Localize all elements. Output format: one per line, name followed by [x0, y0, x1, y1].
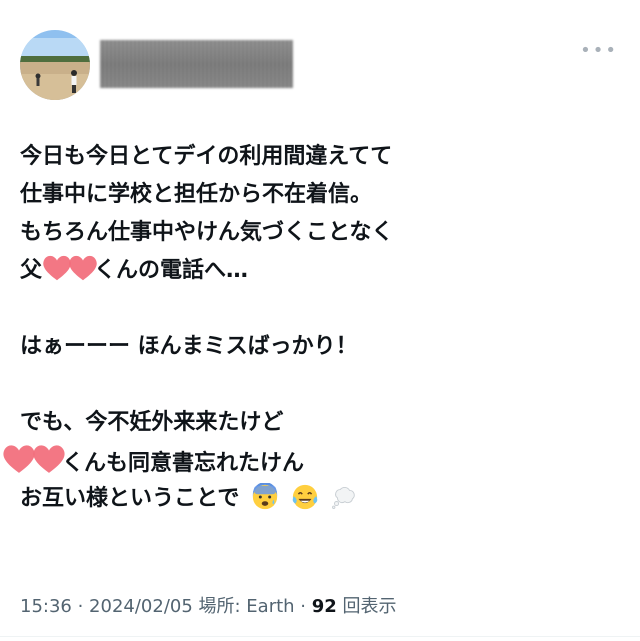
tweet-time[interactable]: 15:36 [20, 596, 72, 617]
tweet-line-text: くんも同意書忘れたけん [62, 451, 305, 476]
separator: · [294, 596, 312, 617]
tears-of-joy-icon [292, 484, 317, 510]
tweet-line: でも、今不妊外来来たけど [20, 410, 284, 435]
tweet-line-text: くんの電話へ… [94, 258, 249, 283]
heart-sticker-icon [2, 442, 36, 476]
view-count[interactable]: 92 [312, 596, 337, 617]
username-redacted [100, 40, 293, 88]
tweet-date[interactable]: 2024/02/05 [89, 596, 193, 617]
heart-sticker-icon [68, 253, 98, 283]
tweet-location: 場所: Earth [192, 596, 295, 617]
view-count-label: 回表示 [336, 596, 397, 617]
tweet-line-text: お互い様ということで [20, 486, 240, 511]
tweet-line: はぁーーー ほんまミスばっかり！ [20, 334, 358, 359]
tweet-line-redacted: 父 くんの電話へ… [20, 252, 630, 290]
thought-bubble-icon [332, 487, 356, 509]
tweet-line: もちろん仕事中やけん気づくことなく [20, 220, 394, 245]
tweet-line: 仕事中に学校と担任から不在着信。 [20, 182, 373, 207]
more-options-icon[interactable]: ••• [580, 40, 618, 61]
avatar[interactable] [20, 30, 90, 100]
separator: · [71, 596, 90, 617]
anxious-face-icon [252, 483, 278, 510]
tweet-line-prefix: 父 [20, 258, 43, 283]
avatar-photo [20, 30, 90, 100]
divider [0, 636, 640, 637]
tweet-line-with-emoji: お互い様ということで [20, 480, 630, 518]
tweet-line-redacted: くんも同意書忘れたけん [2, 442, 630, 480]
heart-sticker-icon [32, 442, 66, 476]
tweet-line: 今日も今日とてデイの利用間違えてて [20, 144, 393, 169]
tweet-metadata: 15:36 · 2024/02/05 場所: Earth · 92 回表示 [20, 592, 397, 618]
tweet-text: 今日も今日とてデイの利用間違えてて 仕事中に学校と担任から不在着信。 もちろん仕… [3, 138, 630, 518]
